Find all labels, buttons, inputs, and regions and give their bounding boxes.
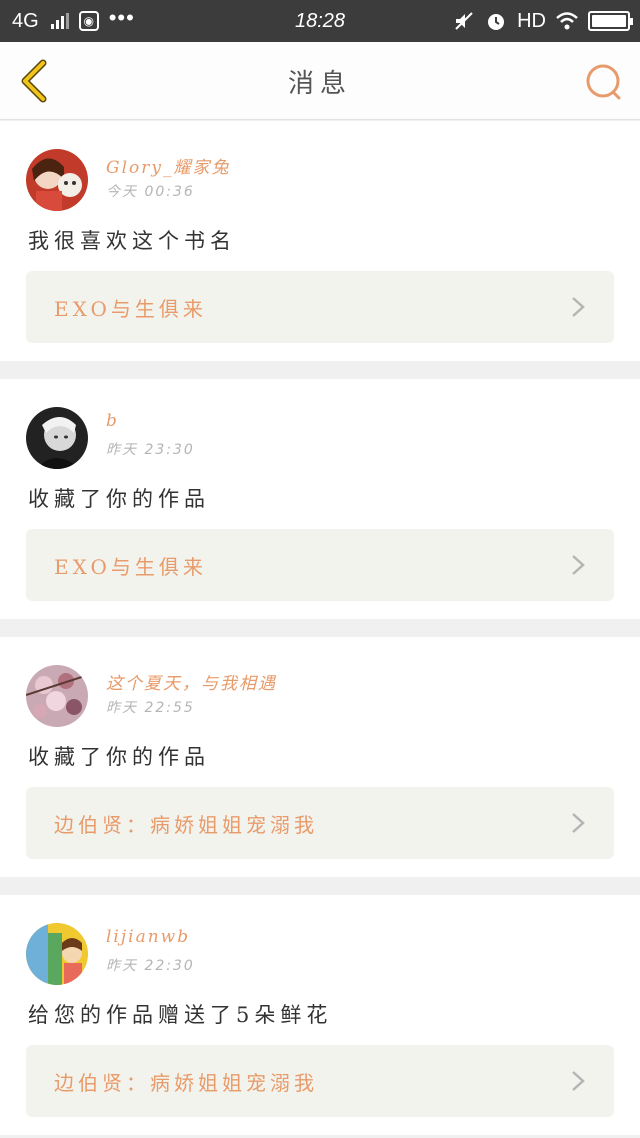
username[interactable]: Glory_耀家兔 [106,153,230,178]
timestamp: 昨天 22:55 [106,700,195,716]
username[interactable]: lijianwb [106,927,190,947]
timestamp: 昨天 23:30 [106,442,195,458]
message-card: lijianwb 昨天 22:30 给您的作品赠送了5朵鲜花 边伯贤：病娇姐姐宠… [0,895,640,1135]
message-card: 这个夏天，与我相遇 昨天 22:55 收藏了你的作品 边伯贤：病娇姐姐宠溺我 [0,637,640,877]
mute-icon [455,12,473,30]
work-title: EXO与生俱来 [54,296,207,321]
battery-fill [592,15,626,27]
avatar[interactable] [26,407,88,469]
message-text: 收藏了你的作品 [28,487,210,511]
status-left: 4G ◉ ••• [12,5,135,33]
more-dots-icon: ••• [108,5,135,30]
status-bar: 4G ◉ ••• 18:28 HD [0,0,640,42]
work-link[interactable]: EXO与生俱来 [26,271,614,343]
message-card: b 昨天 23:30 收藏了你的作品 EXO与生俱来 [0,379,640,619]
chevron-right-icon [572,297,585,317]
message-text: 我很喜欢这个书名 [28,229,236,253]
chevron-right-icon [572,1071,585,1091]
wifi-icon [556,12,578,30]
search-icon [586,64,621,100]
browser-icon: ◉ [78,11,99,31]
work-link[interactable]: 边伯贤：病娇姐姐宠溺我 [26,787,614,859]
chevron-right-icon [572,555,585,575]
work-title: 边伯贤：病娇姐姐宠溺我 [54,1070,318,1095]
timestamp: 昨天 22:30 [106,958,195,974]
timestamp: 今天 00:36 [106,184,195,200]
avatar[interactable] [26,665,88,727]
avatar-image [26,407,88,469]
message-card: Glory_耀家兔 今天 00:36 我很喜欢这个书名 EXO与生俱来 [0,121,640,361]
avatar[interactable] [26,149,88,211]
work-title: 边伯贤：病娇姐姐宠溺我 [54,812,318,837]
status-right: HD [453,0,633,42]
search-button[interactable] [582,60,626,104]
message-text: 给您的作品赠送了5朵鲜花 [28,1003,333,1027]
avatar-image [26,665,88,727]
message-text: 收藏了你的作品 [28,745,210,769]
page-title: 消息 [287,68,352,99]
message-list: Glory_耀家兔 今天 00:36 我很喜欢这个书名 EXO与生俱来 b 昨天… [0,121,640,1138]
avatar-image [26,923,88,985]
work-title: EXO与生俱来 [54,554,207,579]
battery-icon [588,11,633,31]
alarm-icon [488,14,505,30]
avatar-image [26,149,88,211]
work-link[interactable]: 边伯贤：病娇姐姐宠溺我 [26,1045,614,1117]
chevron-right-icon [572,813,585,833]
work-link[interactable]: EXO与生俱来 [26,529,614,601]
signal-icon [50,13,69,29]
hd-label: HD [517,9,546,32]
network-label: 4G [12,9,39,32]
avatar[interactable] [26,923,88,985]
nav-bar: 消息 [0,42,640,120]
username[interactable]: b [106,411,119,431]
username[interactable]: 这个夏天，与我相遇 [106,669,277,694]
